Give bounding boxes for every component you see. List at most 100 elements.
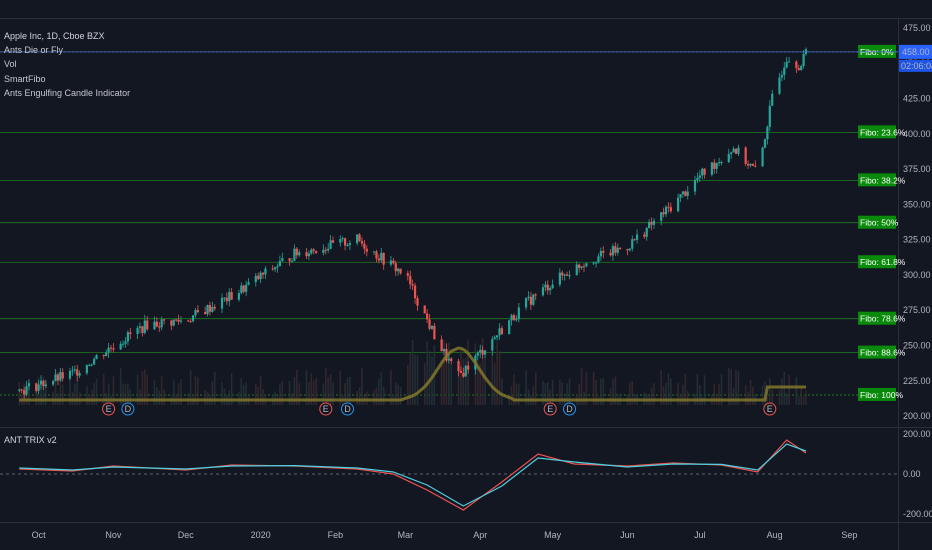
volume-bar — [416, 355, 419, 405]
volume-bar — [93, 382, 95, 405]
candle-body — [90, 364, 93, 366]
candle-body — [660, 212, 663, 221]
volume-bar — [366, 391, 368, 405]
volume-bar — [498, 351, 501, 405]
candle-body — [187, 320, 190, 322]
candle-body — [462, 373, 465, 377]
candle-body — [619, 247, 622, 250]
countdown-badge-text: 02:06:04 — [901, 61, 932, 71]
candle-body — [602, 250, 605, 253]
candle-body — [394, 263, 397, 272]
candle-body — [450, 358, 453, 362]
volume-bar — [177, 383, 180, 405]
candle-body — [213, 307, 216, 309]
candle-body — [129, 332, 132, 335]
volume-bar — [426, 341, 428, 405]
candle-body — [527, 296, 530, 298]
candle-body — [257, 275, 260, 280]
volume-bar — [805, 390, 807, 405]
volume-bar — [493, 363, 496, 405]
candle-body — [293, 248, 296, 261]
volume-bar — [462, 358, 465, 405]
candle-body — [160, 319, 163, 328]
volume-bar — [279, 383, 281, 405]
candle-body — [276, 266, 279, 268]
candle-body — [177, 319, 180, 322]
candle-body — [592, 262, 595, 264]
candle-body — [288, 258, 291, 262]
y-tick-label: 425.00 — [903, 93, 931, 103]
candle-body — [54, 374, 57, 382]
candle-body — [105, 352, 108, 356]
candle-body — [565, 274, 569, 276]
volume-bar — [52, 391, 54, 405]
event-marker-label: E — [323, 404, 329, 414]
candle-body — [698, 175, 701, 178]
x-tick-label: Oct — [32, 530, 47, 540]
candle-body — [76, 369, 79, 376]
candle-body — [23, 390, 26, 395]
volume-bar — [445, 355, 448, 405]
candle-body — [377, 258, 380, 261]
legend-item-smartfibo: SmartFibo — [4, 74, 46, 84]
candle-body — [322, 249, 325, 253]
candle-body — [788, 61, 791, 63]
candle-body — [95, 355, 98, 359]
candle-body — [616, 247, 619, 253]
candle-body — [628, 248, 631, 251]
candle-body — [264, 268, 267, 275]
volume-bar — [61, 384, 64, 405]
candle-body — [278, 260, 282, 267]
candle-body — [568, 275, 571, 277]
candle-body — [481, 349, 484, 355]
volume-bar — [797, 396, 800, 405]
volume-bar — [450, 364, 453, 405]
candle-body — [544, 284, 547, 288]
candle-body — [679, 194, 682, 198]
volume-bar — [677, 383, 679, 405]
candle-body — [582, 266, 586, 268]
candle-body — [329, 240, 332, 249]
candle-body — [802, 54, 805, 67]
price-chart[interactable]: 475.00450.00425.00400.00375.00350.00325.… — [0, 0, 932, 550]
candle-body — [208, 305, 212, 312]
candle-body — [534, 294, 537, 296]
candle-body — [599, 250, 602, 257]
candle-body — [44, 384, 47, 387]
volume-bar — [788, 374, 790, 405]
candle-body — [730, 152, 733, 154]
candle-body — [423, 305, 426, 314]
candle-body — [585, 263, 588, 267]
candle-body — [626, 249, 629, 251]
candle-body — [324, 249, 327, 251]
candle-body — [112, 348, 115, 350]
candle-body — [365, 248, 368, 252]
candle-body — [561, 272, 564, 276]
volume-bar — [382, 386, 385, 405]
volume-bar — [242, 384, 245, 405]
candle-body — [109, 347, 113, 349]
candle-body — [551, 284, 554, 289]
volume-bar — [397, 384, 399, 405]
volume-bar — [156, 387, 158, 405]
volume-bar — [713, 383, 716, 405]
event-marker-label: D — [125, 404, 132, 414]
candle-body — [575, 264, 578, 276]
candle-body — [228, 292, 231, 302]
candle-body — [771, 93, 774, 106]
candle-body — [155, 321, 158, 327]
candle-body — [785, 61, 788, 68]
candle-body — [399, 268, 402, 274]
volume-bar — [18, 382, 21, 405]
volume-bar — [800, 388, 802, 405]
volume-bar — [86, 386, 88, 405]
volume-bar — [566, 383, 568, 405]
y-tick-label: 250.00 — [903, 341, 931, 351]
y-tick-label: 375.00 — [903, 164, 931, 174]
volume-bar — [761, 385, 764, 405]
candle-body — [703, 168, 706, 175]
x-tick-label: May — [544, 530, 562, 540]
candle-body — [78, 373, 81, 376]
candle-body — [645, 228, 648, 237]
sub-y-tick-label: 0.00 — [903, 469, 921, 479]
